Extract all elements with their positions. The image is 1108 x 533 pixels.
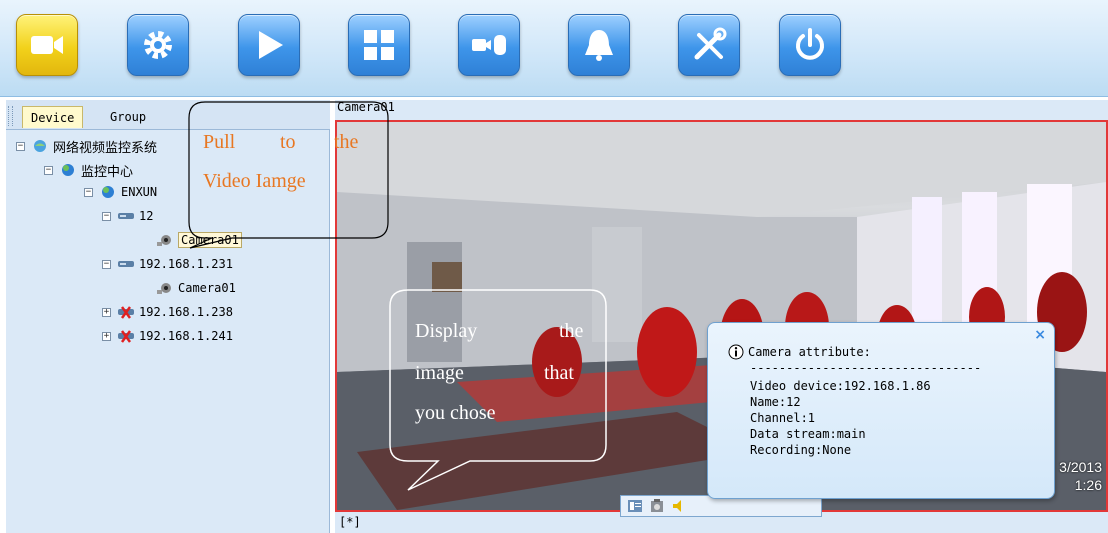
info-panel-icon[interactable] [627, 498, 643, 514]
info-icon [728, 344, 744, 360]
osd-time: 1:26 [1074, 477, 1102, 493]
to-word: to [280, 131, 296, 153]
record-icon [472, 35, 506, 55]
tree-camera[interactable]: Camera01 [156, 278, 236, 298]
tree-label: 192.168.1.231 [139, 257, 233, 271]
panel-grip[interactable] [8, 106, 13, 126]
video-image-text: Video Iamge [203, 170, 306, 192]
expand-icon[interactable]: + [102, 307, 111, 317]
tab-device[interactable]: Device [22, 106, 84, 128]
camera-node-icon [157, 235, 171, 246]
device-panel: Device Group − 网络视频监控系统 − 监控中心 − ENXUN −… [6, 100, 330, 533]
play-icon [259, 31, 283, 59]
speaker-icon[interactable] [671, 498, 687, 514]
playback-button[interactable] [238, 14, 300, 76]
close-icon[interactable]: × [1034, 327, 1046, 343]
tree-root[interactable]: − 网络视频监控系统 [16, 136, 157, 156]
tree-label: Camera01 [178, 232, 242, 248]
camera-attribute-popup: × Camera attribute: --------------------… [707, 322, 1055, 499]
osd-date: 3/2013 [1059, 459, 1102, 475]
collapse-icon[interactable]: − [16, 141, 25, 151]
camera-node-icon [157, 283, 171, 294]
live-view-button[interactable] [16, 14, 78, 76]
collapse-icon[interactable]: − [102, 259, 111, 269]
display-word: Display [415, 320, 478, 342]
video-title: Camera01 [335, 100, 1108, 120]
record-button[interactable] [458, 14, 520, 76]
main-toolbar [0, 0, 1108, 97]
tree-dvr-12[interactable]: − 12 [102, 206, 153, 226]
tree-dvr-241[interactable]: + 192.168.1.241 [102, 326, 233, 346]
snapshot-icon[interactable] [649, 498, 665, 514]
attr-recording: Recording:None [750, 443, 852, 457]
alarm-button[interactable] [568, 14, 630, 76]
tree-dvr-231[interactable]: − 192.168.1.231 [102, 254, 233, 274]
tree-enxun[interactable]: − ENXUN [84, 182, 157, 202]
attr-channel: Channel:1 [750, 411, 816, 425]
that-word: that [544, 362, 574, 384]
attribute-title: Camera attribute: [748, 345, 871, 359]
power-button[interactable] [779, 14, 841, 76]
tree-label: 12 [139, 209, 154, 223]
globe-icon [62, 164, 74, 176]
gear-icon [144, 31, 172, 59]
attr-video-device: Video device:192.168.1.86 [750, 379, 931, 393]
panel-tabs: Device Group [6, 100, 330, 130]
tree-label: 192.168.1.241 [139, 329, 233, 343]
globe-icon [102, 186, 114, 198]
tree-label: 监控中心 [81, 164, 134, 180]
collapse-icon[interactable]: − [44, 165, 53, 175]
you-chose-text: you chose [415, 402, 496, 424]
tree-dvr-238[interactable]: + 192.168.1.238 [102, 302, 233, 322]
tree-label: 192.168.1.238 [139, 305, 233, 319]
tree-label: Camera01 [178, 281, 236, 295]
pull-word: Pull [203, 131, 236, 153]
attribute-separator: -------------------------------- [750, 361, 982, 375]
expand-icon[interactable]: + [102, 331, 111, 341]
tree-label: ENXUN [121, 185, 158, 199]
grid-icon [364, 30, 394, 60]
tab-group[interactable]: Group [102, 106, 154, 128]
dvr-offline-icon [118, 330, 134, 343]
tree-camera-selected[interactable]: Camera01 [156, 230, 242, 250]
dvr-offline-icon [118, 306, 134, 319]
dvr-icon [118, 213, 134, 219]
collapse-icon[interactable]: − [102, 211, 111, 221]
tree-monitor-center[interactable]: − 监控中心 [44, 160, 133, 180]
camera-icon [31, 36, 63, 54]
image-word: image [415, 362, 464, 384]
tree-label: 网络视频监控系统 [53, 140, 158, 156]
bell-icon [585, 30, 613, 61]
dvr-icon [118, 261, 134, 267]
power-icon [796, 28, 824, 60]
tools-icon [694, 27, 727, 60]
collapse-icon[interactable]: − [84, 187, 93, 197]
attr-name: Name:12 [750, 395, 801, 409]
the-word: the [334, 131, 359, 153]
the-word-2: the [559, 320, 584, 342]
settings-button[interactable] [127, 14, 189, 76]
network-icon [34, 140, 46, 152]
tools-button[interactable] [678, 14, 740, 76]
layout-button[interactable] [348, 14, 410, 76]
attr-data-stream: Data stream:main [750, 427, 866, 441]
